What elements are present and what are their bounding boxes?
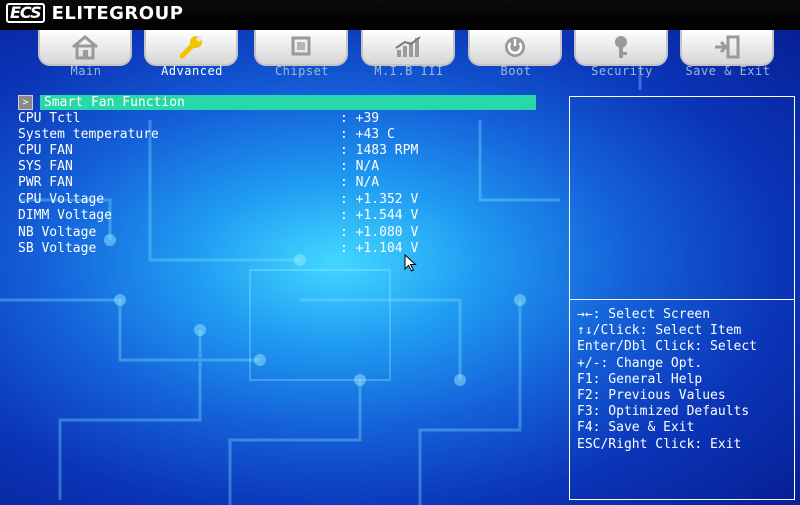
- reading-row-cpu-voltage: CPU Voltage : +1.352 V: [18, 192, 538, 208]
- bar-graph-icon: [395, 36, 421, 57]
- reading-value: : +43 C: [340, 127, 395, 142]
- help-divider: [570, 299, 794, 300]
- reading-row-system-temperature: System temperature : +43 C: [18, 127, 538, 143]
- tab-card: [38, 30, 132, 66]
- key-help-list: →←: Select Screen ↑↓/Click: Select Item …: [577, 307, 757, 453]
- help-line: Enter/Dbl Click: Select: [577, 339, 758, 355]
- tab-card: [468, 30, 562, 66]
- exit-door-icon: [715, 35, 740, 59]
- reading-value: : +1.352 V: [340, 192, 419, 207]
- reading-row-nb-voltage: NB Voltage : +1.080 V: [18, 225, 538, 241]
- help-panel: →←: Select Screen ↑↓/Click: Select Item …: [569, 96, 795, 500]
- section-title: Smart Fan Function: [40, 95, 536, 110]
- reading-row-sb-voltage: SB Voltage : +1.104 V: [18, 241, 538, 257]
- reading-row-cpu-fan: CPU FAN : 1483 RPM: [18, 143, 538, 159]
- logo-mark: ECS: [6, 3, 45, 23]
- reading-row-dimm-voltage: DIMM Voltage : +1.544 V: [18, 208, 538, 224]
- reading-label: SYS FAN: [18, 159, 73, 174]
- mouse-pointer-icon: [404, 254, 417, 272]
- reading-label: NB Voltage: [18, 225, 97, 240]
- reading-value: : 1483 RPM: [340, 143, 419, 158]
- tab-label: Save & Exit: [685, 64, 771, 78]
- reading-row-sys-fan: SYS FAN : N/A: [18, 159, 538, 175]
- help-line: ESC/Right Click: Exit: [577, 436, 742, 452]
- main-panel: > Smart Fan Function CPU Tctl : +39 Syst…: [18, 95, 538, 265]
- tab-label: M.I.B III: [374, 64, 444, 78]
- tab-security[interactable]: Security: [568, 30, 676, 82]
- tab-label: Advanced: [161, 64, 223, 78]
- reading-value: : +1.544 V: [340, 208, 419, 223]
- reading-row-pwr-fan: PWR FAN : N/A: [18, 175, 538, 191]
- reading-label: CPU FAN: [18, 143, 73, 158]
- tab-save-exit[interactable]: Save & Exit: [674, 30, 782, 82]
- submenu-arrow-icon: >: [18, 95, 33, 110]
- tab-mib[interactable]: M.I.B III: [355, 30, 463, 82]
- reading-label: DIMM Voltage: [18, 208, 112, 223]
- reading-label: System temperature: [18, 127, 159, 142]
- help-line: F1: General Help: [577, 371, 703, 387]
- tab-advanced[interactable]: Advanced: [138, 30, 246, 82]
- reading-label: CPU Voltage: [18, 192, 105, 207]
- tab-label: Chipset: [274, 64, 330, 78]
- tab-boot[interactable]: Boot: [462, 30, 570, 82]
- help-line: +/-: Change Opt.: [577, 355, 703, 371]
- tab-chipset[interactable]: Chipset: [248, 30, 356, 82]
- tab-card: [144, 30, 238, 66]
- reading-value: : N/A: [340, 159, 380, 174]
- reading-row-cpu-tctl: CPU Tctl : +39: [18, 111, 538, 127]
- brand-name: ELITEGROUP: [51, 2, 184, 24]
- help-line: →←: Select Screen: [577, 307, 711, 322]
- power-icon: [505, 37, 525, 57]
- wrench-icon: [179, 36, 202, 59]
- reading-label: CPU Tctl: [18, 111, 81, 126]
- tab-card: [254, 30, 348, 66]
- tab-card: [680, 30, 774, 66]
- ecs-logo: ECS ELITEGROUP: [6, 2, 183, 24]
- tab-bar: Main Advanced Chipset M.I.B III Boot Sec…: [0, 30, 800, 82]
- top-brand-bar: ECS ELITEGROUP: [0, 0, 800, 30]
- reading-label: SB Voltage: [18, 241, 97, 256]
- tab-label: Security: [591, 64, 653, 78]
- tab-main[interactable]: Main: [32, 30, 140, 82]
- help-line: F3: Optimized Defaults: [577, 404, 750, 420]
- smart-fan-function-item[interactable]: > Smart Fan Function: [18, 95, 536, 110]
- reading-value: : +1.080 V: [340, 225, 419, 240]
- help-line: F2: Previous Values: [577, 388, 726, 404]
- reading-value: : N/A: [340, 175, 380, 190]
- help-line: F4: Save & Exit: [577, 420, 695, 436]
- home-icon: [72, 35, 98, 60]
- reading-value: : +39: [340, 111, 380, 126]
- tab-card: [574, 30, 668, 66]
- key-icon: [615, 36, 627, 58]
- chip-icon: [291, 36, 311, 56]
- tab-label: Main: [70, 64, 102, 78]
- tab-label: Boot: [500, 64, 532, 78]
- tab-card: [361, 30, 455, 66]
- reading-label: PWR FAN: [18, 175, 73, 190]
- help-line: ↑↓/Click: Select Item: [577, 323, 742, 339]
